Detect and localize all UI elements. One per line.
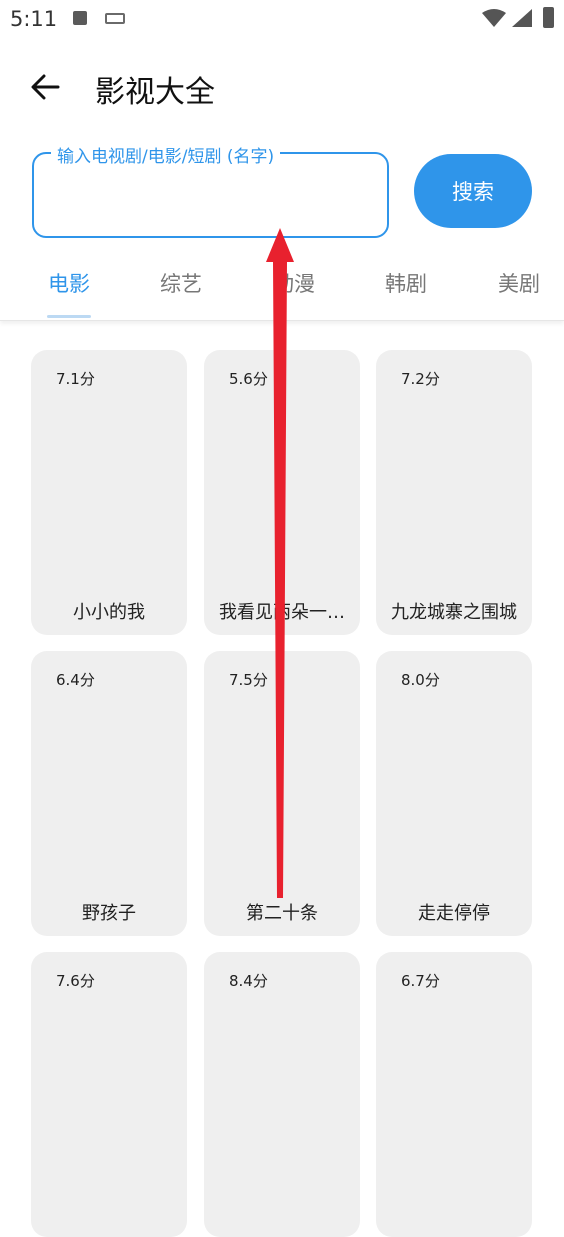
movie-card[interactable]: 7.2分 九龙城寨之围城 xyxy=(376,350,532,635)
movie-card[interactable]: 6.4分 野孩子 xyxy=(31,651,187,936)
movie-title: 第二十条 xyxy=(246,903,318,924)
tab-movies[interactable]: 电影 xyxy=(48,268,90,298)
tab-american[interactable]: 美剧 xyxy=(498,268,540,298)
page-title: 影视大全 xyxy=(95,75,215,110)
movie-card[interactable]: 8.4分 xyxy=(204,952,360,1237)
movie-score: 6.7分 xyxy=(401,972,440,990)
search-button[interactable]: 搜索 xyxy=(414,154,532,228)
tab-variety[interactable]: 综艺 xyxy=(160,268,202,298)
search-label: 输入电视剧/电影/短剧 (名字) xyxy=(51,142,281,167)
signal-icon xyxy=(512,9,532,27)
tab-indicator xyxy=(47,315,91,318)
battery-icon xyxy=(543,7,554,28)
movie-score: 8.4分 xyxy=(229,972,268,990)
movie-score: 7.6分 xyxy=(56,972,95,990)
movie-score: 6.4分 xyxy=(56,671,95,689)
movie-title: 九龙城寨之围城 xyxy=(391,602,517,623)
status-bar: 5:11 xyxy=(0,0,564,38)
wifi-icon xyxy=(482,9,506,27)
movie-score: 7.1分 xyxy=(56,370,95,388)
movie-title: 野孩子 xyxy=(82,903,136,924)
movie-score: 7.2分 xyxy=(401,370,440,388)
movie-card[interactable]: 5.6分 我看见两朵一… xyxy=(204,350,360,635)
movie-card[interactable]: 7.1分 小小的我 xyxy=(31,350,187,635)
movie-card[interactable]: 8.0分 走走停停 xyxy=(376,651,532,936)
movie-title: 小小的我 xyxy=(73,602,145,623)
back-arrow-icon xyxy=(31,74,60,100)
movie-card[interactable]: 7.6分 xyxy=(31,952,187,1237)
movie-title: 我看见两朵一… xyxy=(219,602,345,623)
font-icon xyxy=(73,11,87,25)
tab-anime[interactable]: 动漫 xyxy=(273,268,315,298)
search-input[interactable] xyxy=(46,176,380,218)
movie-card[interactable]: 6.7分 xyxy=(376,952,532,1237)
movie-title: 走走停停 xyxy=(418,903,490,924)
movie-score: 7.5分 xyxy=(229,671,268,689)
keyboard-icon xyxy=(105,13,125,24)
movie-card[interactable]: 7.5分 第二十条 xyxy=(204,651,360,936)
movie-score: 5.6分 xyxy=(229,370,268,388)
category-tabs: 电影 综艺 动漫 韩剧 美剧 xyxy=(0,258,564,321)
back-button[interactable] xyxy=(28,70,62,104)
movie-score: 8.0分 xyxy=(401,671,440,689)
tab-korean[interactable]: 韩剧 xyxy=(385,268,427,298)
status-time: 5:11 xyxy=(10,7,58,31)
